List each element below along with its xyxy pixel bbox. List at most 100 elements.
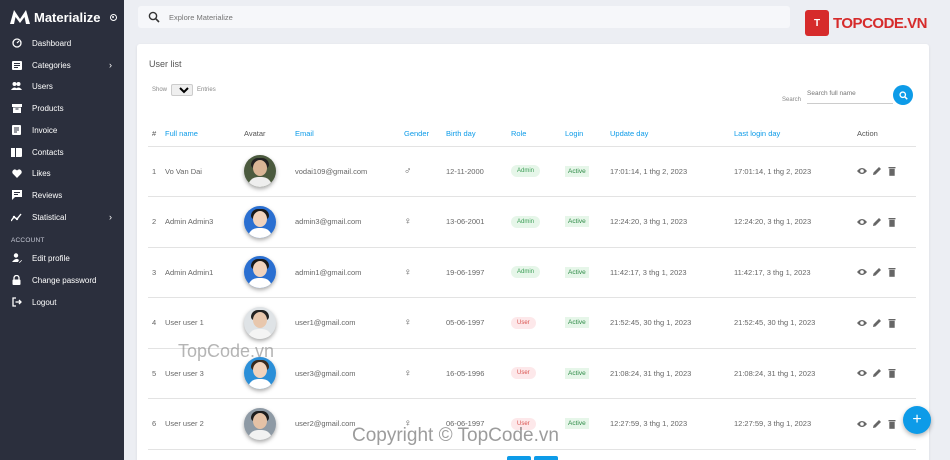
row-birth-day: 16-05-1996 — [442, 348, 507, 399]
chevron-right-icon: › — [109, 212, 112, 222]
sidebar-item-change-password[interactable]: Change password — [0, 270, 124, 290]
sidebar-item-statistical[interactable]: Statistical › — [0, 207, 124, 227]
edit-icon[interactable] — [872, 267, 882, 277]
col-gender[interactable]: Gender — [400, 122, 442, 147]
role-badge: User — [511, 316, 536, 329]
view-icon[interactable] — [857, 217, 867, 227]
entries-select[interactable]: 10 — [171, 84, 194, 96]
dashboard-icon — [11, 38, 22, 49]
table-row: 2 Admin Admin3 admin3@gmail.com ♀ 13-06-… — [148, 196, 916, 248]
delete-icon[interactable] — [887, 267, 897, 278]
status-badge: Active — [565, 367, 589, 379]
sidebar-item-label: Invoice — [32, 125, 58, 135]
sidebar-item-logout[interactable]: Logout — [0, 292, 124, 312]
delete-icon[interactable] — [887, 419, 897, 429]
col-role[interactable]: Role — [507, 122, 561, 147]
col-update-day[interactable]: Update day — [606, 122, 730, 147]
row-update-day: 11:42:17, 3 thg 1, 2023 — [606, 247, 730, 298]
col-last-login-day[interactable]: Last login day — [730, 122, 853, 147]
row-index: 2 — [148, 196, 161, 248]
sidebar-item-label: Likes — [32, 168, 51, 178]
avatar — [244, 407, 276, 440]
sidebar-item-edit-profile[interactable]: Edit profile — [0, 248, 124, 268]
sidebar-toggle-icon[interactable] — [110, 13, 118, 21]
global-search-bar[interactable] — [138, 6, 790, 28]
entries-label: Entries — [197, 87, 216, 93]
row-avatar-cell — [240, 247, 291, 298]
row-login: Active — [561, 146, 606, 197]
row-update-day: 21:08:24, 31 thg 1, 2023 — [606, 348, 730, 399]
view-icon[interactable] — [857, 318, 867, 328]
col-action: Action — [853, 122, 916, 147]
sidebar-item-invoice[interactable]: Invoice — [0, 120, 124, 140]
edit-icon[interactable] — [872, 419, 882, 429]
edit-icon[interactable] — [872, 368, 882, 378]
row-role: Admin — [507, 146, 561, 197]
brand[interactable]: Materialize — [0, 0, 124, 34]
add-user-button[interactable]: + — [903, 406, 931, 434]
sidebar-item-users[interactable]: Users — [0, 76, 124, 96]
page-button[interactable] — [507, 456, 531, 460]
role-badge: Admin — [511, 215, 541, 228]
list-icon — [11, 60, 22, 71]
show-label: Show — [152, 87, 168, 93]
lock-icon — [11, 275, 22, 286]
row-birth-day: 12-11-2000 — [442, 146, 507, 197]
row-actions — [853, 146, 916, 197]
view-icon[interactable] — [857, 419, 867, 429]
delete-icon[interactable] — [887, 166, 897, 177]
global-search-input[interactable] — [169, 12, 569, 22]
sidebar-item-categories[interactable]: Categories › — [0, 55, 124, 75]
sidebar-item-products[interactable]: Products — [0, 98, 124, 118]
delete-icon[interactable] — [887, 318, 897, 328]
row-update-day: 12:27:59, 3 thg 1, 2023 — [606, 398, 730, 450]
row-avatar-cell — [240, 196, 291, 248]
female-icon: ♀ — [400, 348, 442, 399]
col-avatar: Avatar — [240, 122, 291, 147]
delete-icon[interactable] — [887, 217, 897, 227]
sidebar-item-likes[interactable]: Likes — [0, 163, 124, 183]
view-icon[interactable] — [857, 267, 867, 277]
view-icon[interactable] — [857, 166, 867, 176]
col-birth-day[interactable]: Birth day — [442, 122, 507, 147]
edit-icon[interactable] — [872, 318, 882, 328]
search-button[interactable] — [893, 85, 913, 105]
row-login: Active — [561, 398, 606, 450]
delete-icon[interactable] — [887, 368, 897, 379]
col-login[interactable]: Login — [561, 122, 606, 147]
search-icon[interactable] — [148, 11, 160, 23]
users-table: # Full name Avatar Email Gender Birth da… — [148, 122, 916, 450]
app-name: Materialize — [34, 9, 101, 25]
role-badge: Admin — [511, 165, 541, 178]
edit-icon[interactable] — [872, 217, 882, 227]
view-icon[interactable] — [857, 368, 867, 378]
row-last-login-day: 17:01:14, 1 thg 2, 2023 — [730, 146, 853, 197]
sidebar-item-reviews[interactable]: Reviews — [0, 185, 124, 205]
row-birth-day: 05-06-1997 — [442, 297, 507, 349]
status-badge: Active — [565, 216, 589, 228]
female-icon: ♀ — [400, 196, 442, 248]
sidebar-item-label: Dashboard — [32, 38, 72, 48]
col-full-name[interactable]: Full name — [161, 122, 240, 147]
search-label: Search — [782, 97, 802, 103]
avatar — [244, 256, 276, 289]
fullname-search-input[interactable] — [807, 84, 894, 104]
table-row: 1 Vo Van Dai vodai109@gmail.com ♂ 12-11-… — [148, 146, 916, 197]
logout-icon — [11, 297, 22, 308]
sidebar-item-label: Contacts — [32, 147, 64, 157]
row-email: admin3@gmail.com — [291, 196, 400, 248]
sidebar-item-dashboard[interactable]: Dashboard — [0, 33, 124, 53]
col-email[interactable]: Email — [291, 122, 400, 147]
edit-icon[interactable] — [872, 166, 882, 176]
page-button[interactable] — [534, 456, 558, 460]
sidebar-item-contacts[interactable]: Contacts — [0, 142, 124, 162]
row-email: user1@gmail.com — [291, 297, 400, 349]
copyright-watermark: Copyright © TopCode.vn — [352, 425, 559, 446]
sidebar-item-label: Logout — [32, 297, 57, 307]
row-avatar-cell — [240, 398, 291, 450]
topcode-logo: T TOPCODE.VN — [805, 10, 927, 36]
row-birth-day: 13-06-2001 — [442, 196, 507, 248]
edit-profile-icon — [11, 253, 22, 264]
materialize-logo-icon — [10, 10, 30, 24]
table-row: 3 Admin Admin1 admin1@gmail.com ♀ 19-06-… — [148, 247, 916, 298]
